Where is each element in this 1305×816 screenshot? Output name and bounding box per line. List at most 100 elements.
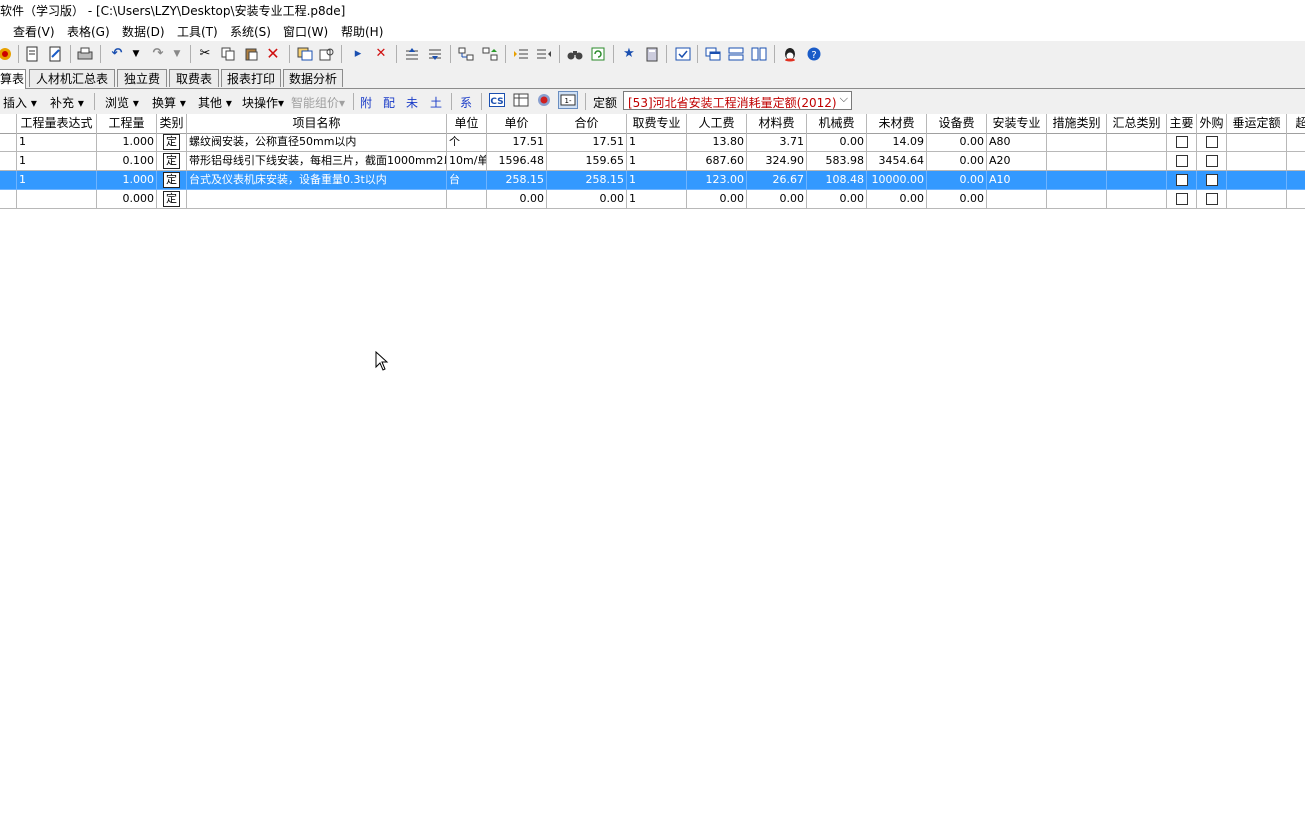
cell-outsourced-flag[interactable] (1197, 152, 1227, 171)
cell-labor-fee[interactable]: 687.60 (687, 152, 747, 171)
cell-summary-category[interactable] (1107, 133, 1167, 152)
favorite-icon[interactable]: ★ (620, 45, 638, 63)
undo-dropdown-icon[interactable]: ▼ (127, 45, 145, 63)
supplement-button[interactable]: 补充 ▾ (50, 94, 84, 111)
cell-fee-specialty[interactable]: 1 (627, 152, 687, 171)
tab-budget[interactable]: 算表 (0, 69, 26, 89)
system-button[interactable]: 系 (460, 94, 472, 111)
binoculars-icon[interactable] (566, 45, 584, 63)
stop-icon[interactable]: ✕ (372, 45, 390, 63)
move-up-icon[interactable] (403, 45, 421, 63)
cell-item-name[interactable]: 螺纹阀安装，公称直径50mm以内 (187, 133, 447, 152)
cell-main-flag[interactable] (1167, 133, 1197, 152)
outdent-icon[interactable] (535, 45, 553, 63)
civil-button[interactable]: 土 (430, 94, 442, 111)
cell-unpriced-material-fee[interactable]: 0.00 (867, 190, 927, 209)
checkbox[interactable] (1205, 155, 1218, 167)
tab-fee-table[interactable]: 取费表 (169, 69, 219, 87)
cell-machine-fee[interactable]: 0.00 (807, 190, 867, 209)
cell-outsourced-flag[interactable] (1197, 190, 1227, 209)
cell-category[interactable]: 定 (157, 133, 187, 152)
cell-measure-category[interactable] (1047, 190, 1107, 209)
header-expression[interactable]: 工程量表达式 (17, 114, 97, 133)
cs-icon[interactable]: CS (489, 93, 505, 110)
cell-install-specialty[interactable]: A10 (987, 171, 1047, 190)
cell-category[interactable]: 定 (157, 190, 187, 209)
cell-main-flag[interactable] (1167, 171, 1197, 190)
cell-vertical-transport-quota[interactable] (1227, 190, 1287, 209)
table-row[interactable]: 0.000 定 0.00 0.00 1 0.00 0.00 0.00 0.00 0.00 (0, 190, 1305, 209)
cell-unit[interactable]: 10m/单 (447, 152, 487, 171)
match-button[interactable]: 配 (383, 94, 395, 111)
cell-total-price[interactable]: 258.15 (547, 171, 627, 190)
edit-icon[interactable] (46, 45, 64, 63)
header-outsourced-flag[interactable]: 外购 (1197, 114, 1227, 133)
checklist-icon[interactable] (674, 45, 692, 63)
header-unpriced-material-fee[interactable]: 未材费 (867, 114, 927, 133)
cell-measure-category[interactable] (1047, 152, 1107, 171)
header-unit-price[interactable]: 单价 (487, 114, 547, 133)
menu-tools[interactable]: 工具(T) (177, 23, 218, 40)
cell-outsourced-flag[interactable] (1197, 133, 1227, 152)
cell-quantity[interactable]: 0.000 (97, 190, 157, 209)
record-icon[interactable] (536, 93, 552, 110)
cell-unit[interactable]: 个 (447, 133, 487, 152)
cell-category[interactable]: 定 (157, 171, 187, 190)
cell-total-price[interactable]: 159.65 (547, 152, 627, 171)
delete-icon[interactable]: ✕ (264, 45, 282, 63)
cell-equipment-fee[interactable]: 0.00 (927, 152, 987, 171)
cell-measure-category[interactable] (1047, 133, 1107, 152)
cell-summary-category[interactable] (1107, 190, 1167, 209)
menu-help[interactable]: 帮助(H) (341, 23, 383, 40)
cut-icon[interactable]: ✂ (196, 45, 214, 63)
cell-labor-fee[interactable]: 123.00 (687, 171, 747, 190)
header-labor-fee[interactable]: 人工费 (687, 114, 747, 133)
redo-icon[interactable]: ↷ (149, 45, 167, 63)
cell-unit-price[interactable]: 1596.48 (487, 152, 547, 171)
app-icon[interactable] (0, 45, 14, 63)
header-equipment-fee[interactable]: 设备费 (927, 114, 987, 133)
browse-button[interactable]: 浏览 ▾ (105, 94, 139, 111)
qq-icon[interactable] (781, 45, 799, 63)
undo-icon[interactable]: ↶ (108, 45, 126, 63)
cell-labor-fee[interactable]: 13.80 (687, 133, 747, 152)
cell-fee-specialty[interactable]: 1 (627, 133, 687, 152)
cell-vertical-transport-quota[interactable] (1227, 171, 1287, 190)
tab-independent-fee[interactable]: 独立费 (117, 69, 167, 87)
header-machine-fee[interactable]: 机械费 (807, 114, 867, 133)
cell-fee-specialty[interactable]: 1 (627, 190, 687, 209)
cell-install-specialty[interactable] (987, 190, 1047, 209)
paste-icon[interactable] (242, 45, 260, 63)
cell-material-fee[interactable]: 324.90 (747, 152, 807, 171)
checkbox[interactable] (1205, 174, 1218, 186)
refresh-icon[interactable] (589, 45, 607, 63)
menu-window[interactable]: 窗口(W) (283, 23, 328, 40)
cell-unit[interactable] (447, 190, 487, 209)
cell-expression[interactable]: 1 (17, 152, 97, 171)
insert-button[interactable]: 插入 ▾ (3, 94, 37, 111)
smart-group-button[interactable]: 智能组价▾ (291, 94, 345, 111)
copy-icon[interactable] (219, 45, 237, 63)
cell-machine-fee[interactable]: 583.98 (807, 152, 867, 171)
view-mode-icon[interactable]: 1- (558, 91, 578, 112)
cell-expression[interactable] (17, 190, 97, 209)
header-fee-specialty[interactable]: 取费专业 (627, 114, 687, 133)
print-icon[interactable] (76, 45, 94, 63)
header-unit[interactable]: 单位 (447, 114, 487, 133)
cell-category[interactable]: 定 (157, 152, 187, 171)
header-quantity[interactable]: 工程量 (97, 114, 157, 133)
cell-fee-specialty[interactable]: 1 (627, 171, 687, 190)
cell-unit-price[interactable]: 258.15 (487, 171, 547, 190)
menu-view[interactable]: 查看(V) (13, 23, 55, 40)
calculator-icon[interactable] (643, 45, 661, 63)
cascade-window-icon[interactable] (704, 45, 722, 63)
cell-quantity[interactable]: 1.000 (97, 171, 157, 190)
menu-table[interactable]: 表格(G) (67, 23, 110, 40)
cell-item-name[interactable]: 台式及仪表机床安装，设备重量0.3t以内 (187, 171, 447, 190)
cell-material-fee[interactable]: 3.71 (747, 133, 807, 152)
cell-install-specialty[interactable]: A80 (987, 133, 1047, 152)
cell-equipment-fee[interactable]: 0.00 (927, 190, 987, 209)
menu-data[interactable]: 数据(D) (122, 23, 165, 40)
cell-vertical-transport-quota[interactable] (1227, 152, 1287, 171)
checkbox[interactable] (1175, 193, 1188, 205)
